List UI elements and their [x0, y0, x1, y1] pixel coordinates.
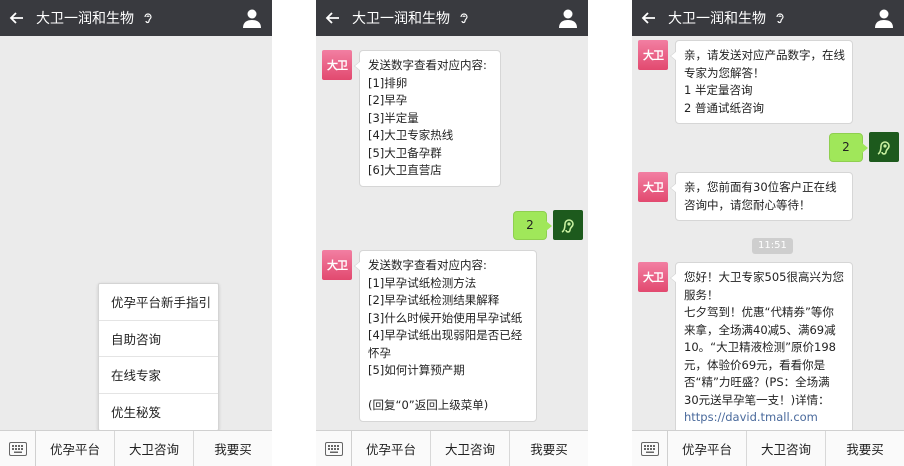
- outgoing-message: 2: [829, 133, 868, 162]
- person-icon[interactable]: [874, 8, 894, 28]
- back-arrow-icon: [325, 12, 339, 24]
- message-line: (回复“0”返回上级菜单): [368, 398, 489, 412]
- message-line: 怀孕: [368, 345, 391, 360]
- person-icon[interactable]: [242, 8, 262, 28]
- tmall-link[interactable]: https://david.tmall.com: [684, 409, 844, 427]
- message-line: [1]排卵: [368, 75, 408, 90]
- message-line: 10。“大卫精液检测”原价198: [684, 340, 836, 354]
- user-avatar[interactable]: [869, 132, 899, 162]
- message-line: 七夕驾到！优惠“代精券”等你: [684, 305, 834, 319]
- message-line: 服务！: [684, 287, 719, 302]
- bottom-menu-bar: 优孕平台 大卫咨询 我要买: [0, 430, 272, 466]
- top-bar: 大卫一润和生物: [632, 0, 904, 36]
- message-line: 您好！大卫专家505很高兴为您: [684, 270, 844, 284]
- back-button[interactable]: [0, 0, 34, 36]
- chat-area[interactable]: 大卫 发送数字查看对应内容: [1]排卵 [2]早孕 [3]半定量 [4]大卫专…: [316, 36, 588, 430]
- incoming-message: 亲，您前面有30位客户正在线 咨询中，请您耐心等待！: [670, 172, 853, 221]
- menu-button-buy[interactable]: 我要买: [826, 431, 904, 466]
- menu-button-platform[interactable]: 优孕平台: [36, 431, 115, 466]
- user-avatar[interactable]: [553, 210, 583, 240]
- incoming-message: 亲，请发送对应产品数字，在线 专家为您解答！ 1 半定量咨询 2 普通试纸咨询: [670, 40, 853, 124]
- outgoing-message: 2: [513, 211, 552, 240]
- keyboard-button[interactable]: [0, 431, 36, 466]
- message-line: [3]什么时候开始使用早孕试纸: [368, 310, 523, 325]
- chat-title: 大卫一润和生物: [668, 11, 766, 27]
- message-line: 元，体验价69元，看看你是: [684, 357, 826, 372]
- keyboard-icon: [640, 441, 659, 456]
- ear-icon: [460, 13, 468, 24]
- person-icon[interactable]: [558, 8, 578, 28]
- back-button[interactable]: [316, 0, 350, 36]
- popup-item-tips[interactable]: 优生秘笈: [99, 394, 218, 431]
- back-arrow-icon: [641, 12, 655, 24]
- message-line: 专家为您解答！: [684, 65, 765, 80]
- ear-icon: [776, 13, 784, 24]
- message-line: [3]半定量: [368, 110, 419, 125]
- back-arrow-icon: [9, 12, 23, 24]
- brand-avatar[interactable]: 大卫: [322, 50, 352, 80]
- back-button[interactable]: [632, 0, 666, 36]
- keyboard-button[interactable]: [632, 431, 668, 466]
- ear-icon: [144, 13, 152, 24]
- phone-screen-1: 大卫一润和生物 优孕平台新手指引 自助咨询 在线专家 优生秘笈 优孕平台 大卫咨…: [0, 0, 272, 466]
- message-line: 否“精”力旺盛？(PS：全场满: [684, 375, 830, 389]
- message-line: 发送数字查看对应内容:: [368, 258, 487, 272]
- submenu-popup: 优孕平台新手指引 自助咨询 在线专家 优生秘笈: [98, 283, 219, 436]
- menu-button-buy[interactable]: 我要买: [510, 431, 588, 466]
- message-line: 2 普通试纸咨询: [684, 100, 764, 115]
- incoming-message: 发送数字查看对应内容: [1]排卵 [2]早孕 [3]半定量 [4]大卫专家热线…: [354, 50, 501, 187]
- menu-button-buy[interactable]: 我要买: [194, 431, 272, 466]
- popup-item-self-service[interactable]: 自助咨询: [99, 321, 218, 357]
- message-line: [2]早孕: [368, 93, 408, 107]
- message-line: 咨询中，请您耐心等待！: [684, 197, 811, 212]
- popup-item-online-expert[interactable]: 在线专家: [99, 357, 218, 394]
- top-bar: 大卫一润和生物: [0, 0, 272, 36]
- bottom-menu-bar: 优孕平台 大卫咨询 我要买: [632, 430, 904, 466]
- menu-button-consult[interactable]: 大卫咨询: [431, 431, 510, 466]
- brand-avatar[interactable]: 大卫: [322, 250, 352, 280]
- message-line: 发送数字查看对应内容:: [368, 58, 487, 72]
- chat-title: 大卫一润和生物: [36, 11, 134, 27]
- popup-item-guide[interactable]: 优孕平台新手指引: [99, 284, 218, 321]
- message-line: 来拿，全场满40减5、满69减: [684, 322, 836, 337]
- menu-button-platform[interactable]: 优孕平台: [352, 431, 431, 466]
- user-avatar-icon: [877, 141, 890, 155]
- keyboard-icon: [324, 441, 343, 456]
- keyboard-icon: [8, 441, 27, 456]
- message-line: [4]早孕试纸出现弱阳是否已经: [368, 328, 523, 342]
- message-line: [5]大卫备孕群: [368, 145, 442, 160]
- menu-button-consult[interactable]: 大卫咨询: [115, 431, 194, 466]
- phone-screen-2: 大卫一润和生物 大卫 发送数字查看对应内容: [1]排卵 [2]早孕 [3]半定…: [316, 0, 588, 466]
- message-line: 30元送早孕笔一支！)详情：: [684, 392, 830, 407]
- message-line: [6]大卫直营店: [368, 163, 442, 177]
- bottom-menu-bar: 优孕平台 大卫咨询 我要买: [316, 430, 588, 466]
- keyboard-button[interactable]: [316, 431, 352, 466]
- chat-area[interactable]: 大卫 亲，请发送对应产品数字，在线 专家为您解答！ 1 半定量咨询 2 普通试纸…: [632, 36, 904, 430]
- incoming-message: 您好！大卫专家505很高兴为您 服务！ 七夕驾到！优惠“代精券”等你 来拿，全场…: [670, 262, 853, 430]
- incoming-message: 发送数字查看对应内容: [1]早孕试纸检测方法 [2]早孕试纸检测结果解释 [3…: [354, 250, 537, 422]
- phone-screen-3: 大卫一润和生物 大卫 亲，请发送对应产品数字，在线 专家为您解答！ 1 半定量咨…: [632, 0, 904, 466]
- user-avatar-icon: [561, 219, 574, 233]
- message-timestamp: 11:51: [752, 238, 793, 254]
- brand-avatar[interactable]: 大卫: [638, 172, 668, 202]
- top-bar: 大卫一润和生物: [316, 0, 588, 36]
- message-line: 1 半定量咨询: [684, 83, 753, 97]
- message-line: [368, 380, 528, 398]
- menu-button-consult[interactable]: 大卫咨询: [747, 431, 826, 466]
- message-line: [2]早孕试纸检测结果解释: [368, 293, 500, 307]
- chat-title: 大卫一润和生物: [352, 11, 450, 27]
- message-line: 亲，您前面有30位客户正在线: [684, 180, 837, 194]
- message-line: 亲，请发送对应产品数字，在线: [684, 48, 845, 62]
- brand-avatar[interactable]: 大卫: [638, 40, 668, 70]
- menu-button-platform[interactable]: 优孕平台: [668, 431, 747, 466]
- brand-avatar[interactable]: 大卫: [638, 262, 668, 292]
- message-line: [5]如何计算预产期: [368, 363, 465, 377]
- message-line: [1]早孕试纸检测方法: [368, 275, 477, 290]
- message-line: [4]大卫专家热线: [368, 128, 454, 142]
